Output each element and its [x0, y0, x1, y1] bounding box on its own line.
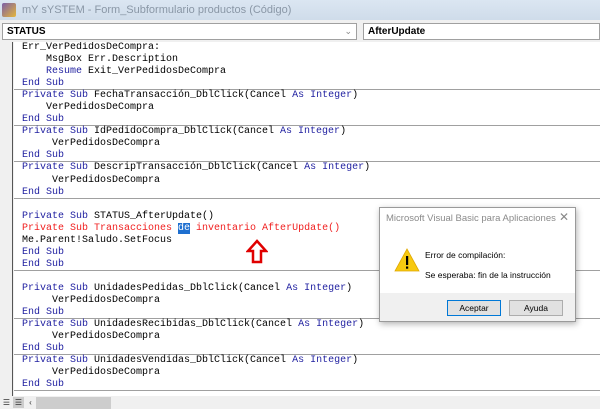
- code-keyword: Private Sub: [22, 355, 89, 367]
- code-keyword: End Sub: [22, 343, 65, 355]
- code-keyword: As Integer: [292, 355, 353, 367]
- code-toolbar: STATUS ⌄ AfterUpdate: [0, 20, 600, 42]
- window-title: mY sYSTEM - Form_Subformulario productos…: [22, 4, 292, 16]
- code-token: UnidadesRecibidas_DblClick(Cancel: [88, 319, 299, 331]
- code-keyword: End Sub: [22, 186, 65, 198]
- error-message: Se esperaba: fin de la instrucción: [425, 270, 551, 280]
- code-line[interactable]: Private Sub UnidadesVendidas_DblClick(Ca…: [14, 355, 600, 367]
- code-line[interactable]: Private Sub IdPedidoCompra_DblClick(Canc…: [14, 126, 600, 138]
- code-keyword: End Sub: [22, 150, 65, 162]
- code-line[interactable]: End Sub: [14, 343, 600, 356]
- selected-text: de: [178, 222, 191, 234]
- dialog-footer: Aceptar Ayuda: [380, 293, 575, 321]
- code-token: VerPedidosDeCompra: [22, 102, 155, 114]
- margin-indicator-bar[interactable]: [0, 42, 13, 396]
- code-keyword: Private Sub: [22, 319, 89, 331]
- code-token: ): [364, 162, 371, 174]
- code-line[interactable]: VerPedidosDeCompra: [14, 331, 600, 343]
- code-line[interactable]: Private Sub FechaTransacción_DblClick(Ca…: [14, 90, 600, 102]
- code-keyword: As Integer: [292, 90, 353, 102]
- code-token: VerPedidosDeCompra: [22, 138, 161, 150]
- code-keyword: Private Sub: [22, 162, 89, 174]
- code-token: Exit_VerPedidosDeCompra: [82, 66, 227, 78]
- code-keyword: As Integer: [286, 282, 347, 294]
- code-line[interactable]: VerPedidosDeCompra: [14, 367, 600, 379]
- code-keyword: End Sub: [22, 307, 65, 319]
- chevron-down-icon[interactable]: ⌄: [344, 24, 352, 39]
- code-token: MsgBox Err.Description: [22, 54, 179, 66]
- code-line[interactable]: Private Sub DescripTransacción_DblClick(…: [14, 162, 600, 174]
- code-line[interactable]: Err_VerPedidosDeCompra:: [14, 42, 600, 54]
- code-line[interactable]: End Sub: [14, 379, 600, 392]
- code-token: VerPedidosDeCompra: [22, 294, 161, 306]
- code-token: VerPedidosDeCompra: [22, 174, 161, 186]
- code-line[interactable]: MsgBox Err.Description: [14, 54, 600, 66]
- code-token: inventario AfterUpdate(): [190, 222, 341, 234]
- code-keyword: End Sub: [22, 258, 65, 270]
- code-token: VerPedidosDeCompra: [22, 367, 161, 379]
- object-dropdown[interactable]: STATUS ⌄: [2, 23, 357, 40]
- help-button[interactable]: Ayuda: [509, 300, 563, 316]
- code-keyword: Resume: [46, 66, 83, 78]
- code-line[interactable]: End Sub: [14, 150, 600, 163]
- full-module-view-icon[interactable]: ☰: [13, 397, 24, 408]
- code-token: DescripTransacción_DblClick(Cancel: [88, 162, 305, 174]
- code-line[interactable]: End Sub: [14, 187, 600, 199]
- code-token: Err_VerPedidosDeCompra:: [22, 42, 161, 53]
- code-line[interactable]: VerPedidosDeCompra: [14, 138, 600, 150]
- code-token: Me.Parent!Saludo.SetFocus: [22, 234, 173, 246]
- code-line[interactable]: End Sub: [14, 78, 600, 91]
- dialog-title: Microsoft Visual Basic para Aplicaciones: [386, 213, 556, 224]
- code-keyword: End Sub: [22, 379, 65, 391]
- app-icon: [2, 3, 16, 17]
- code-keyword: Private Sub: [22, 210, 89, 222]
- code-keyword: As Integer: [298, 319, 359, 331]
- code-keyword: As Integer: [304, 162, 365, 174]
- code-keyword: End Sub: [22, 114, 65, 126]
- code-token: UnidadesVendidas_DblClick(Cancel: [88, 355, 293, 367]
- procedure-dropdown-value: AfterUpdate: [368, 26, 426, 37]
- code-token: Private Sub Transacciones: [22, 222, 179, 234]
- procedure-dropdown[interactable]: AfterUpdate: [363, 23, 600, 40]
- code-line[interactable]: End Sub: [14, 114, 600, 127]
- code-keyword: Private Sub: [22, 90, 89, 102]
- code-token: VerPedidosDeCompra: [22, 331, 161, 343]
- horizontal-scrollbar-thumb[interactable]: [36, 397, 111, 409]
- code-line[interactable]: VerPedidosDeCompra: [14, 102, 600, 114]
- code-keyword: End Sub: [22, 78, 65, 90]
- code-token: ): [346, 282, 353, 294]
- code-token: ): [352, 90, 359, 102]
- code-line[interactable]: VerPedidosDeCompra: [14, 175, 600, 187]
- code-keyword: End Sub: [22, 246, 65, 258]
- red-arrow-up-icon: [246, 239, 268, 264]
- code-token: ): [358, 319, 365, 331]
- code-token: ): [340, 126, 347, 138]
- object-dropdown-value: STATUS: [7, 26, 46, 37]
- scroll-left-icon[interactable]: ‹: [25, 397, 36, 408]
- accept-button[interactable]: Aceptar: [447, 300, 501, 316]
- code-token: ): [352, 355, 359, 367]
- window-title-bar: mY sYSTEM - Form_Subformulario productos…: [0, 0, 600, 20]
- code-keyword: Private Sub: [22, 126, 89, 138]
- warning-icon: [394, 248, 420, 272]
- code-token: UnidadesPedidas_DblClick(Cancel: [88, 282, 287, 294]
- code-token: FechaTransacción_DblClick(Cancel: [88, 90, 293, 102]
- code-keyword: As Integer: [280, 126, 341, 138]
- bottom-bar: ☰ ☰ ‹: [0, 396, 600, 409]
- code-token: STATUS_AfterUpdate(): [88, 210, 215, 222]
- code-line[interactable]: Resume Exit_VerPedidosDeCompra: [14, 66, 600, 78]
- code-token: IdPedidoCompra_DblClick(Cancel: [88, 126, 281, 138]
- close-icon[interactable]: ✕: [559, 210, 569, 224]
- compile-error-dialog: Microsoft Visual Basic para Aplicaciones…: [379, 207, 576, 322]
- code-keyword: Private Sub: [22, 282, 89, 294]
- error-heading: Error de compilación:: [425, 250, 506, 260]
- procedure-view-icon[interactable]: ☰: [1, 397, 12, 408]
